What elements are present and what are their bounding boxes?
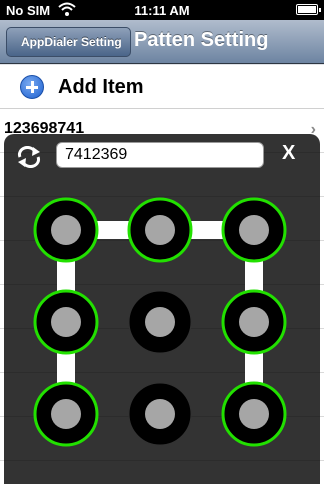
pattern-dot-8[interactable] (128, 382, 192, 446)
pattern-dot-1[interactable] (33, 197, 99, 263)
pattern-dot-5[interactable] (128, 290, 192, 354)
pattern-dot-3[interactable] (221, 197, 287, 263)
pattern-dot-7[interactable] (33, 381, 99, 447)
pattern-dot-9[interactable] (221, 381, 287, 447)
pattern-dot-6[interactable] (221, 289, 287, 355)
add-icon[interactable] (20, 75, 44, 99)
page-title: Patten Setting (134, 29, 269, 51)
pattern-dot-2[interactable] (127, 197, 193, 263)
add-item-row[interactable]: Add Item (0, 65, 324, 109)
pattern-dialog: X (4, 134, 320, 484)
status-bar: No SIM 11:11 AM (0, 0, 324, 20)
navigation-bar: AppDialer Setting Patten Setting (0, 20, 324, 64)
add-item-label: Add Item (58, 76, 144, 98)
battery-icon (296, 4, 321, 15)
pattern-dot-4[interactable] (33, 289, 99, 355)
back-button[interactable]: AppDialer Setting (6, 27, 131, 57)
clock: 11:11 AM (134, 3, 190, 18)
pattern-grid[interactable] (4, 134, 320, 484)
